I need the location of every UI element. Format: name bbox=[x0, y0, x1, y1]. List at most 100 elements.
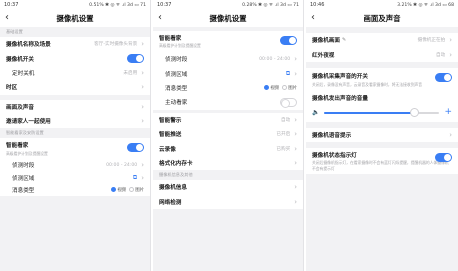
status-time: 10:37 bbox=[4, 1, 19, 8]
row-label: 侦测区域 bbox=[12, 175, 35, 182]
section-header-smart: 智能看家及安防设置 bbox=[6, 130, 44, 136]
row-subtitle: 关闭后，录像没有声音，云录音及看家摄像时，将无法接收到声音 bbox=[312, 81, 423, 87]
chevron-right-icon: › bbox=[449, 131, 452, 140]
row-label: 定时关机 bbox=[12, 70, 35, 77]
phone-screen-3: 10:46 3.21% ✱ ◎ ᯤ .ıl 3d ▭ 68 ‹ 画面及声音 摄像… bbox=[306, 0, 458, 271]
invite-family-row[interactable]: 邀请家人一起使用 › bbox=[0, 113, 150, 129]
phone-screen-2: 10:37 0.28% ✱ ◎ ᯤ .ıl 3d ▭ 71 ‹ 摄像机设置 智能… bbox=[153, 0, 304, 271]
radio-checked-icon bbox=[111, 186, 117, 192]
row-label: 摄像机状态指示灯 bbox=[312, 152, 357, 159]
chevron-right-icon: › bbox=[294, 144, 297, 153]
row-label: 格式化内存卡 bbox=[159, 160, 193, 167]
camera-info-row[interactable]: 摄像机信息 › bbox=[153, 180, 303, 195]
audio-capture-toggle[interactable] bbox=[435, 72, 452, 82]
screenshot-collage: 10:37 0.51% ✱ ◎ ᯤ .ıl 3d ▭ 71 ‹ 摄像机设置 基础… bbox=[0, 0, 458, 271]
row-label: 画面及声音 bbox=[6, 104, 34, 111]
chevron-right-icon: › bbox=[141, 102, 144, 111]
detect-period-row[interactable]: 侦测时段 00:00 - 24:00 › bbox=[0, 159, 150, 172]
row-value: 摄像机正在拍 bbox=[417, 38, 446, 44]
status-icons: 0.28% ✱ ◎ ᯤ .ıl 3d ▭ 71 bbox=[242, 2, 299, 8]
voice-prompt-row[interactable]: 摄像机语音提示 › bbox=[306, 127, 458, 143]
smart-guard-toggle[interactable] bbox=[127, 143, 144, 153]
chevron-right-icon: › bbox=[141, 40, 144, 49]
proactive-guard-toggle[interactable] bbox=[280, 97, 297, 108]
volume-thumb[interactable] bbox=[409, 108, 419, 118]
chevron-right-icon: › bbox=[294, 55, 297, 64]
radio-video[interactable]: 视频 bbox=[264, 84, 279, 91]
smart-guard-row: 智能看家 高级看护计划及提醒设置 bbox=[153, 31, 303, 52]
chevron-right-icon: › bbox=[141, 68, 144, 77]
row-value: 客厅-实时摄像头背景 bbox=[94, 42, 138, 48]
chevron-right-icon: › bbox=[141, 83, 144, 92]
row-value: 自动 bbox=[280, 117, 291, 123]
row-label: 摄像机信息 bbox=[159, 185, 187, 192]
back-icon[interactable]: ‹ bbox=[311, 11, 315, 25]
camera-image-row[interactable]: 摄像机画面 ✎ 摄像机正在拍 › bbox=[306, 33, 458, 48]
radio-image[interactable]: 图片 bbox=[282, 84, 297, 91]
timezone-row[interactable]: 时区 › bbox=[0, 80, 150, 95]
status-icons: 3.21% ✱ ◎ ᯤ .ıl 3d ▭ 68 bbox=[397, 2, 454, 8]
edit-icon: ✎ bbox=[341, 37, 347, 44]
row-label: 侦测时段 bbox=[12, 163, 35, 170]
radio-checked-icon bbox=[264, 84, 270, 90]
nav-bar: ‹ 画面及声音 bbox=[306, 9, 458, 27]
camera-power-toggle[interactable] bbox=[127, 54, 144, 64]
radio-video[interactable]: 视频 bbox=[111, 186, 126, 193]
row-label: 消息类型 bbox=[12, 187, 35, 194]
back-icon[interactable]: ‹ bbox=[158, 11, 162, 25]
smart-push-row[interactable]: 智能推送 已开启 › bbox=[153, 126, 303, 142]
row-subtitle: 关闭后摄像机指示灯，在看家摄像时不会有蓝灯闪烁提醒，提醒机器的人体摄像机不会有提… bbox=[312, 160, 449, 172]
status-bar: 10:37 0.28% ✱ ◎ ᯤ .ıl 3d ▭ 71 bbox=[153, 0, 303, 9]
chevron-right-icon: › bbox=[294, 197, 297, 206]
row-label: 侦测时段 bbox=[165, 57, 188, 64]
audio-capture-row: 摄像机采集声音的开关 关闭后，录像没有声音，云录音及看家摄像时，将无法接收到声音 bbox=[306, 67, 458, 92]
timer-off-row[interactable]: 定时关机 未启用 › bbox=[0, 65, 150, 81]
row-label: 摄像机开关 bbox=[6, 56, 34, 63]
camera-name-row[interactable]: 摄像机名称及场景 客厅-实时摄像头背景 › bbox=[0, 37, 150, 52]
radio-image[interactable]: 图片 bbox=[129, 186, 144, 193]
row-label: 主动看家 bbox=[165, 100, 188, 107]
camera-power-row: 摄像机开关 bbox=[0, 51, 150, 66]
image-sound-row[interactable]: 画面及声音 › bbox=[0, 99, 150, 114]
chevron-right-icon: › bbox=[141, 161, 144, 170]
area-icon: ⧉ bbox=[285, 69, 291, 77]
row-label: 智能推送 bbox=[159, 132, 182, 139]
status-light-toggle[interactable] bbox=[435, 153, 452, 163]
nav-bar: ‹ 摄像机设置 bbox=[0, 9, 150, 27]
area-icon: ⧉ bbox=[132, 173, 138, 181]
detect-area-row[interactable]: 侦测区域 ⧉ › bbox=[0, 171, 150, 184]
row-value: 已开启 bbox=[276, 132, 291, 138]
format-card-row[interactable]: 格式化内存卡 › bbox=[153, 155, 303, 171]
row-label: 摄像机语音提示 bbox=[312, 133, 352, 140]
smart-guard-toggle[interactable] bbox=[280, 36, 297, 45]
chevron-right-icon: › bbox=[294, 69, 297, 78]
detect-area-row[interactable]: 侦测区域 ⧉ › bbox=[153, 66, 303, 81]
volume-fill bbox=[324, 111, 415, 114]
smart-alert-row[interactable]: 智能警示 自动 › bbox=[153, 112, 303, 127]
chevron-right-icon: › bbox=[294, 183, 297, 192]
row-subtitle: 高级看护计划及提醒设置 bbox=[6, 150, 48, 156]
night-vision-row[interactable]: 红外夜视 自动 › bbox=[306, 47, 458, 62]
row-value: 未启用 bbox=[123, 70, 138, 76]
row-label: 侦测区域 bbox=[165, 71, 188, 78]
row-label: 摄像机发出声音的音量 bbox=[312, 95, 368, 102]
radio-unchecked-icon bbox=[282, 84, 288, 90]
chevron-right-icon: › bbox=[449, 50, 452, 59]
page-title: 画面及声音 bbox=[363, 13, 401, 23]
nav-bar: ‹ 摄像机设置 bbox=[153, 9, 303, 27]
message-type-options: 视频 图片 bbox=[264, 84, 297, 91]
phone-screen-1: 10:37 0.51% ✱ ◎ ᯤ .ıl 3d ▭ 71 ‹ 摄像机设置 基础… bbox=[0, 0, 151, 271]
cloud-recording-row[interactable]: 云录像 已购买 › bbox=[153, 141, 303, 156]
detect-period-row[interactable]: 侦测时段 00:00 - 24:00 › bbox=[153, 52, 303, 67]
back-icon[interactable]: ‹ bbox=[5, 11, 9, 25]
status-icons: 0.51% ✱ ◎ ᯤ .ıl 3d ▭ 71 bbox=[89, 2, 146, 8]
plus-icon[interactable]: + bbox=[444, 108, 452, 117]
row-value: 自动 bbox=[435, 52, 446, 58]
chevron-right-icon: › bbox=[449, 36, 452, 45]
status-time: 10:46 bbox=[310, 1, 325, 8]
volume-slider[interactable] bbox=[324, 108, 440, 118]
network-check-row[interactable]: 网络检测 › bbox=[153, 194, 303, 209]
row-value: 00:00 - 24:00 bbox=[106, 162, 138, 168]
status-light-row: 摄像机状态指示灯 关闭后摄像机指示灯，在看家摄像时不会有蓝灯闪烁提醒，提醒机器的… bbox=[306, 148, 458, 175]
row-label: 消息类型 bbox=[165, 85, 188, 92]
